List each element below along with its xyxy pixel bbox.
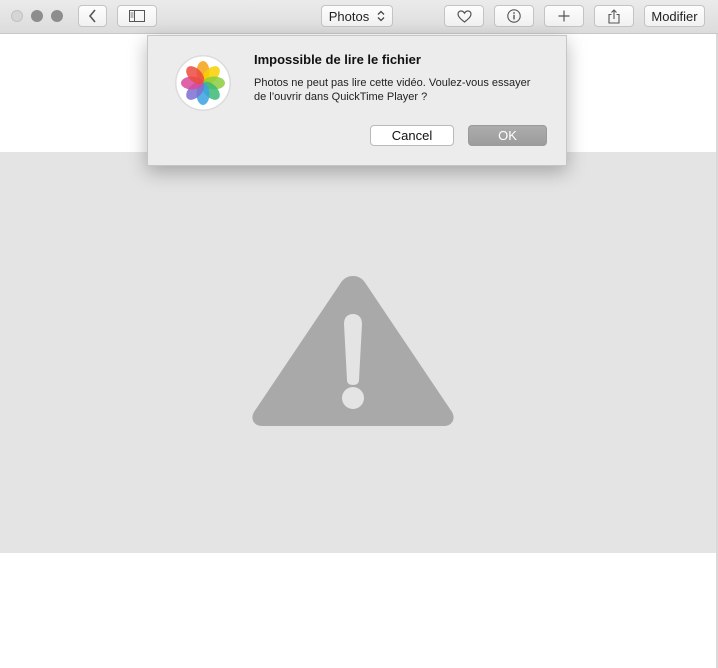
minimize-window-button[interactable] xyxy=(31,10,43,22)
dialog-title: Impossible de lire le fichier xyxy=(254,52,421,67)
heart-icon xyxy=(456,9,472,23)
window-toolbar: Photos Modifier xyxy=(0,0,718,34)
chevron-updown-icon xyxy=(377,10,385,22)
plus-icon xyxy=(558,10,570,22)
cancel-button[interactable]: Cancel xyxy=(370,125,454,146)
warning-icon xyxy=(252,276,454,426)
edit-button[interactable]: Modifier xyxy=(644,5,705,27)
close-window-button[interactable] xyxy=(11,10,23,22)
dialog-message: Photos ne peut pas lire cette vidéo. Vou… xyxy=(254,77,531,103)
sidebar-icon xyxy=(129,10,145,22)
info-icon xyxy=(507,9,521,23)
zoom-window-button[interactable] xyxy=(51,10,63,22)
info-button[interactable] xyxy=(494,5,534,27)
app-selector-label: Photos xyxy=(328,8,370,24)
favorite-button[interactable] xyxy=(444,5,484,27)
ok-button[interactable]: OK xyxy=(468,125,547,146)
sidebar-toggle-button[interactable] xyxy=(117,5,157,27)
share-button[interactable] xyxy=(594,5,634,27)
back-button[interactable] xyxy=(78,5,107,27)
back-icon xyxy=(88,9,96,23)
alert-dialog: Impossible de lire le fichier Photos ne … xyxy=(147,35,567,166)
share-icon xyxy=(608,8,620,24)
app-selector[interactable]: Photos xyxy=(321,5,393,27)
photos-app-icon xyxy=(175,55,231,111)
add-button[interactable] xyxy=(544,5,584,27)
